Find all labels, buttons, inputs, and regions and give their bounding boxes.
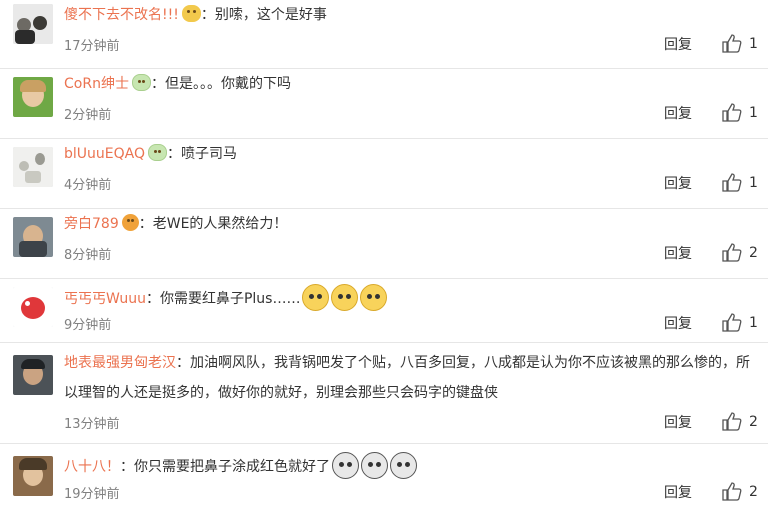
like-count: 1 [749, 174, 758, 191]
username-link[interactable]: blUuuEQAQ [64, 146, 145, 162]
timestamp: 19分钟前 [64, 487, 120, 502]
timestamp: 17分钟前 [64, 39, 120, 54]
avatar[interactable] [13, 147, 53, 187]
comment-item: CoRn绅士 ：但是。。。你戴的下吗 2分钟前 回复 1 [0, 69, 768, 138]
comment-item: 傻不下去不改名!!! ：别嗦，这个是好事 17分钟前 回复 1 [0, 0, 768, 68]
like-count: 2 [749, 413, 758, 430]
comment-line: 八十八！：你只需要把鼻子涂成红色就好了 [64, 452, 417, 479]
like-button[interactable]: 2 [722, 412, 758, 431]
reply-button[interactable]: 回复 [664, 173, 692, 193]
avatar[interactable] [13, 77, 53, 117]
member-badge-icon [131, 74, 151, 91]
comment-text: 别嗦，这个是好事 [214, 7, 327, 23]
member-badge-icon [181, 5, 201, 22]
avatar[interactable] [13, 355, 53, 395]
like-button[interactable]: 1 [722, 103, 758, 122]
avatar[interactable] [13, 456, 53, 496]
thumbs-up-icon [722, 34, 742, 53]
like-count: 1 [749, 314, 758, 331]
timestamp: 9分钟前 [64, 318, 112, 333]
like-button[interactable]: 1 [722, 34, 758, 53]
comment-line: 傻不下去不改名!!! ：别嗦，这个是好事 [64, 5, 327, 23]
comment-line: 丐丐丐Wuuu：你需要红鼻子Plus…… [64, 284, 388, 311]
comment-text: 但是。。。你戴的下吗 [164, 76, 291, 92]
reply-button[interactable]: 回复 [664, 34, 692, 54]
comment-item: 旁白789 ：老WE的人果然给力！ 8分钟前 回复 2 [0, 209, 768, 278]
avatar[interactable] [13, 217, 53, 257]
cat-emoticon-icon [360, 284, 388, 311]
cat-emoticon-icon [331, 284, 359, 311]
timestamp: 4分钟前 [64, 178, 112, 193]
comment-line: blUuuEQAQ ：喷子司马 [64, 144, 237, 162]
like-button[interactable]: 2 [722, 482, 758, 501]
username-link[interactable]: 地表最强男匈老汉 [64, 355, 176, 371]
like-count: 2 [749, 244, 758, 261]
reply-button[interactable]: 回复 [664, 412, 692, 432]
member-badge-icon [148, 144, 167, 161]
avatar[interactable] [13, 287, 53, 327]
reply-button[interactable]: 回复 [664, 103, 692, 123]
thumbs-up-icon [722, 243, 742, 262]
comment-text: 你需要红鼻子Plus…… [159, 291, 301, 307]
member-badge-icon [121, 214, 139, 231]
thumbs-up-icon [722, 412, 742, 431]
reply-button[interactable]: 回复 [664, 243, 692, 263]
comment-text: 老WE的人果然给力！ [152, 216, 288, 232]
like-button[interactable]: 1 [722, 313, 758, 332]
comment-item: 地表最强男匈老汉：加油啊风队，我背锅吧发了个贴，八百多回复，八成都是认为你不应该… [0, 343, 768, 443]
comment-item: 八十八！：你只需要把鼻子涂成红色就好了 19分钟前 回复 2 [0, 444, 768, 510]
like-count: 1 [749, 104, 758, 121]
timestamp: 13分钟前 [64, 417, 120, 432]
comment-line: CoRn绅士 ：但是。。。你戴的下吗 [64, 74, 291, 92]
timestamp: 2分钟前 [64, 108, 112, 123]
thumbs-up-icon [722, 313, 742, 332]
clown-emoticon-icon [332, 452, 359, 479]
like-button[interactable]: 1 [722, 173, 758, 192]
username-link[interactable]: 傻不下去不改名!!! [64, 7, 179, 23]
comment-line: 旁白789 ：老WE的人果然给力！ [64, 214, 288, 232]
timestamp: 8分钟前 [64, 248, 112, 263]
thumbs-up-icon [722, 103, 742, 122]
comment-item: blUuuEQAQ ：喷子司马 4分钟前 回复 1 [0, 139, 768, 208]
username-link[interactable]: 八十八！ [64, 459, 120, 475]
avatar[interactable] [13, 4, 53, 44]
comment-line: 地表最强男匈老汉：加油啊风队，我背锅吧发了个贴，八百多回复，八成都是认为你不应该… [64, 355, 750, 401]
like-count: 2 [749, 483, 758, 500]
comment-text: 你只需要把鼻子涂成红色就好了 [134, 459, 330, 475]
like-button[interactable]: 2 [722, 243, 758, 262]
reply-button[interactable]: 回复 [664, 482, 692, 502]
username-link[interactable]: CoRn绅士 [64, 76, 129, 92]
comment-item: 丐丐丐Wuuu：你需要红鼻子Plus…… 9分钟前 回复 1 [0, 279, 768, 342]
reply-button[interactable]: 回复 [664, 313, 692, 333]
like-count: 1 [749, 35, 758, 52]
clown-emoticon-icon [361, 452, 388, 479]
username-link[interactable]: 丐丐丐Wuuu [64, 291, 146, 307]
thumbs-up-icon [722, 173, 742, 192]
username-link[interactable]: 旁白789 [64, 216, 119, 232]
comment-text: 喷子司马 [181, 146, 237, 162]
thumbs-up-icon [722, 482, 742, 501]
cat-emoticon-icon [302, 284, 330, 311]
clown-emoticon-icon [390, 452, 417, 479]
